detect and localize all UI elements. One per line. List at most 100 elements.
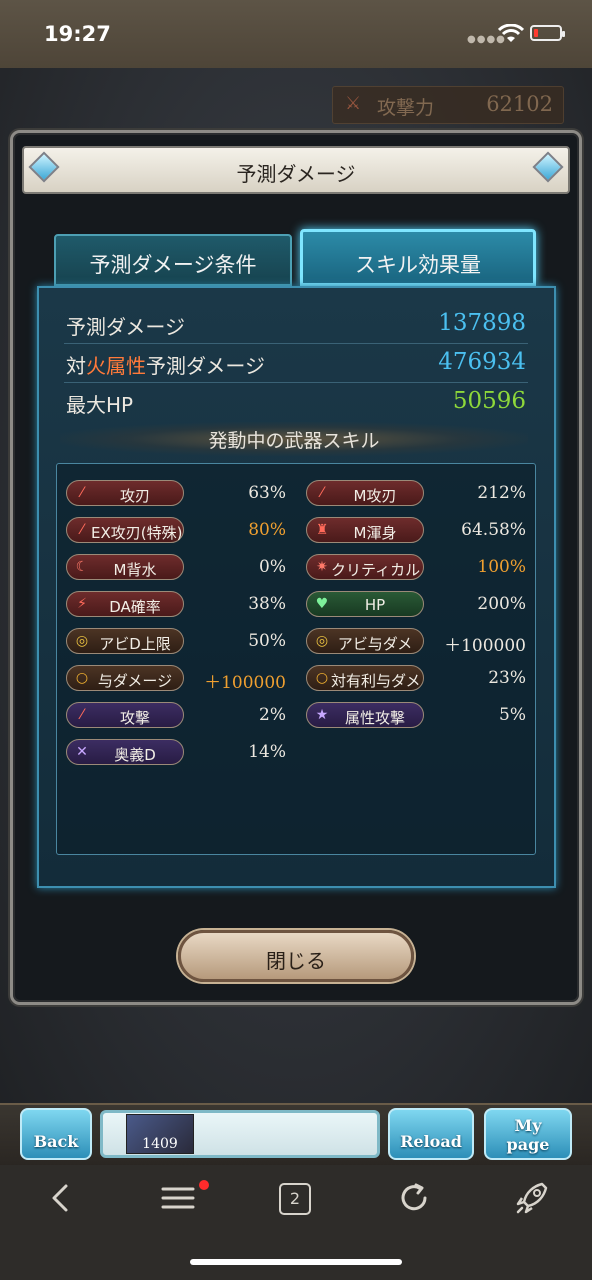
refresh-icon[interactable] <box>394 1178 434 1218</box>
skill-name: M背水 <box>113 561 157 579</box>
back-label: Back <box>33 1132 79 1151</box>
home-indicator <box>190 1259 402 1265</box>
wifi-icon <box>498 24 524 42</box>
moon-icon: ☾ <box>75 559 89 575</box>
sword-icon: ⁄ <box>80 707 84 723</box>
back-button[interactable]: Back <box>20 1108 92 1160</box>
predicted-damage-value: 137898 <box>438 310 526 336</box>
ring-icon: ○ <box>75 670 89 686</box>
skill-name: 与ダメージ <box>97 672 173 690</box>
notification-dot <box>199 1180 209 1190</box>
skill-name: 対有利与ダメ <box>331 672 421 690</box>
double-strike-icon: ⚡ <box>77 596 87 612</box>
skill-pill: ♥ HP <box>306 591 424 617</box>
skill-value: 200% <box>477 594 526 614</box>
party-thumbnail[interactable]: 1409 <box>126 1114 194 1154</box>
skill-value: 38% <box>248 594 286 614</box>
skill-pill: ✕ 奥義D <box>66 739 184 765</box>
chevron-left-icon[interactable] <box>40 1178 80 1218</box>
predicted-damage-label: 予測ダメージ <box>66 315 185 339</box>
skill-value: 100% <box>477 557 526 577</box>
skill-name: HP <box>364 596 386 614</box>
burst-icon: ✷ <box>316 559 328 575</box>
background-attack-stat: ⚔ 攻撃力 62102 <box>332 86 564 124</box>
ring-icon: ○ <box>315 670 329 686</box>
tab-skill-effects[interactable]: スキル効果量 <box>300 229 536 286</box>
skill-name: M攻刃 <box>353 487 397 505</box>
skill-pill: ⁄ 攻刃 <box>66 480 184 506</box>
skill-value: 23% <box>488 668 526 688</box>
sword-icon: ⁄ <box>80 485 84 501</box>
sword-icon: ⚔ <box>345 93 362 114</box>
skill-row: ✷ クリティカル 100% <box>306 554 526 582</box>
dialog-title-bar: 予測ダメージ <box>22 146 570 194</box>
skill-row: ♥ HP 200% <box>306 591 526 619</box>
skill-pill: ○ 与ダメージ <box>66 665 184 691</box>
mypage-label-line1: My <box>514 1116 542 1135</box>
skill-row: ⁄ EX攻刃(特殊) 80% <box>66 517 286 545</box>
skill-pill: ⁄ 攻撃 <box>66 702 184 728</box>
menu-icon[interactable] <box>158 1178 198 1218</box>
skill-pill: ⚡ DA確率 <box>66 591 184 617</box>
dialog-title: 予測ダメージ <box>236 162 356 186</box>
skill-value: 50% <box>248 631 286 651</box>
skill-row: ⚡ DA確率 38% <box>66 591 286 619</box>
skill-value: 63% <box>248 483 286 503</box>
skill-pill: ☾ M背水 <box>66 554 184 580</box>
status-time: 19:27 <box>44 22 111 46</box>
skill-pill: ♜ M渾身 <box>306 517 424 543</box>
rocket-icon[interactable] <box>512 1178 552 1218</box>
sword-icon: ⁄ <box>80 522 84 538</box>
ability-icon: ◎ <box>315 633 329 649</box>
cross-icon: ✕ <box>76 744 88 760</box>
fire-damage-label: 対火属性予測ダメージ <box>66 354 265 378</box>
skill-name: DA確率 <box>109 598 161 616</box>
skill-name: アビD上限 <box>99 635 171 653</box>
skill-row: ○ 対有利与ダメ 23% <box>306 665 526 693</box>
skill-name: EX攻刃(特殊) <box>91 524 183 542</box>
skill-pill: ◎ アビ与ダメ <box>306 628 424 654</box>
skill-pill: ○ 対有利与ダメ <box>306 665 424 691</box>
skill-pill: ★ 属性攻撃 <box>306 702 424 728</box>
skill-pill: ◎ アビD上限 <box>66 628 184 654</box>
skill-row: ♜ M渾身 64.58% <box>306 517 526 545</box>
max-hp-label: 最大HP <box>66 393 134 417</box>
background-stat-value: 62102 <box>486 92 553 116</box>
sword-icon: ⁄ <box>320 485 324 501</box>
skill-name: 奥義D <box>114 746 156 764</box>
skill-row: ◎ アビ与ダメ ＋100000 <box>306 628 526 656</box>
background-stat-label: 攻撃力 <box>377 97 435 119</box>
skill-value: ＋100000 <box>444 636 526 656</box>
skill-pill: ⁄ EX攻刃(特殊) <box>66 517 184 543</box>
skill-row: ⁄ M攻刃 212% <box>306 480 526 508</box>
mypage-button[interactable]: My page <box>484 1108 572 1160</box>
skill-name: 属性攻撃 <box>344 709 405 727</box>
battery-icon <box>530 25 565 41</box>
skill-row: ✕ 奥義D 14% <box>66 739 286 767</box>
skill-value: 80% <box>248 520 286 540</box>
skill-name: クリティカル <box>331 561 421 579</box>
skill-pill: ⁄ M攻刃 <box>306 480 424 506</box>
skill-value: 2% <box>259 705 286 725</box>
skill-row: ☾ M背水 0% <box>66 554 286 582</box>
close-button[interactable]: 閉じる <box>178 930 414 982</box>
max-hp-row: 最大HP 50596 <box>64 383 528 421</box>
skill-value: 64.58% <box>461 520 526 540</box>
tab-count-button[interactable]: 2 <box>279 1183 311 1215</box>
status-bar: 19:27 ●●●● <box>0 0 592 68</box>
weapon-skills-title: 発動中の武器スキル <box>60 422 528 456</box>
ability-icon: ◎ <box>75 633 89 649</box>
reload-button[interactable]: Reload <box>388 1108 474 1160</box>
skill-row: ○ 与ダメージ ＋100000 <box>66 665 286 693</box>
fire-damage-value: 476934 <box>438 349 526 375</box>
tab-damage-conditions[interactable]: 予測ダメージ条件 <box>54 234 292 286</box>
predicted-damage-row: 予測ダメージ 137898 <box>64 305 528 344</box>
thumbnail-number: 1409 <box>142 1136 178 1152</box>
skill-row: ⁄ 攻刃 63% <box>66 480 286 508</box>
skill-value: 14% <box>248 742 286 762</box>
skill-row: ★ 属性攻撃 5% <box>306 702 526 730</box>
skill-value: 5% <box>499 705 526 725</box>
skill-name: 攻刃 <box>119 487 150 505</box>
skill-row: ◎ アビD上限 50% <box>66 628 286 656</box>
fire-damage-row: 対火属性予測ダメージ 476934 <box>64 344 528 383</box>
